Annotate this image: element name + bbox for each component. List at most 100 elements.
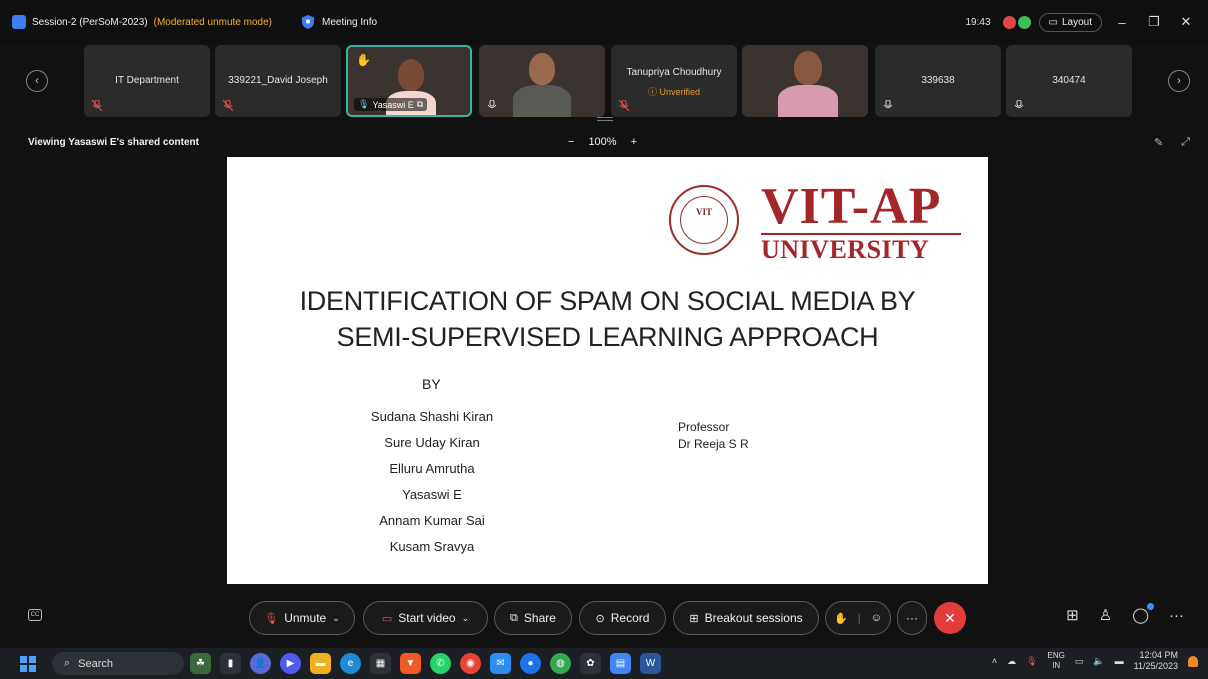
more-options-button[interactable]: ···: [897, 601, 927, 635]
more-label: ···: [906, 611, 918, 625]
zoom-out-button[interactable]: −: [568, 136, 574, 148]
connection-indicator-icon[interactable]: [1017, 15, 1031, 29]
windows-start-icon[interactable]: [20, 656, 36, 672]
participant-name: Yasaswi E: [372, 99, 414, 110]
chrome-icon[interactable]: ◉: [460, 653, 481, 674]
seal-text: VIT: [695, 207, 712, 217]
logo-university-text: UNIVERSITY: [761, 235, 930, 264]
session-title: Session-2 (PerSoM-2023): [32, 16, 148, 28]
participant-video-tile[interactable]: [742, 45, 868, 117]
meet-icon[interactable]: ▶: [280, 653, 301, 674]
notification-bell-icon[interactable]: [1188, 655, 1198, 667]
docs-icon[interactable]: ▤: [610, 653, 631, 674]
start-video-button[interactable]: ▭ Start video ⌄: [363, 601, 488, 635]
participant-tile[interactable]: Tanupriya Choudhury ⓘ Unverified: [611, 45, 737, 117]
whatsapp-icon[interactable]: ✆: [430, 653, 451, 674]
system-tray: ˄ ☁ 🎙 ENG IN ▭ 🔈 ▬ 12:04 PM 11/25/2023: [992, 650, 1198, 672]
chevron-down-icon[interactable]: ⌄: [332, 613, 340, 624]
messaging-icon[interactable]: ✉: [490, 653, 511, 674]
annotate-icon[interactable]: ✎: [1154, 136, 1163, 149]
cloud-icon[interactable]: ☁: [1007, 656, 1016, 667]
webex-logo-icon: [12, 15, 26, 29]
clock-date: 11/25/2023: [1133, 661, 1178, 671]
store-icon[interactable]: ▦: [370, 653, 391, 674]
author-name: Annam Kumar Sai: [379, 513, 485, 528]
webex-icon[interactable]: ✿: [580, 653, 601, 674]
chevron-down-icon[interactable]: ⌄: [462, 613, 470, 624]
edge-icon[interactable]: e: [340, 653, 361, 674]
system-clock[interactable]: 12:04 PM 11/25/2023: [1134, 650, 1178, 672]
brave-icon[interactable]: ▼: [400, 653, 421, 674]
zoom-level[interactable]: 100%: [588, 136, 616, 148]
shield-icon[interactable]: [302, 15, 315, 29]
author-name: Elluru Amrutha: [389, 461, 475, 476]
chevron-up-icon[interactable]: ˄: [992, 656, 997, 666]
restore-icon[interactable]: ❐: [1142, 14, 1166, 30]
chevron-right-icon[interactable]: ›: [1168, 70, 1190, 92]
zoom-in-button[interactable]: +: [631, 136, 637, 148]
resize-handle[interactable]: [597, 117, 613, 121]
participant-video: [778, 85, 838, 117]
teams-icon[interactable]: 👤: [250, 653, 271, 674]
logo-vit-text: VIT-AP: [761, 178, 942, 235]
share-button[interactable]: ⧉ Share: [494, 601, 572, 635]
task-view-icon[interactable]: ▮: [220, 653, 241, 674]
chevron-left-icon[interactable]: ‹: [26, 70, 48, 92]
record-button[interactable]: ⊙ Record: [579, 601, 666, 635]
widgets-icon[interactable]: ☘: [190, 653, 211, 674]
signal-icon[interactable]: ●: [520, 653, 541, 674]
share-label: Share: [523, 611, 556, 625]
end-meeting-button[interactable]: ✕: [934, 602, 966, 634]
meeting-info-button[interactable]: Meeting Info: [322, 17, 377, 28]
shared-slide: VIT VIT-AP UNIVERSITY IDENTIFICATION OF …: [227, 157, 988, 584]
meeting-timer: 19:43: [965, 16, 991, 28]
participant-video-tile[interactable]: ✋ 🎙 Yasaswi E ⧉: [346, 45, 472, 117]
mic-icon: 🎙: [358, 99, 370, 109]
professor-role: Professor: [678, 420, 730, 434]
recording-indicator-icon[interactable]: [1002, 15, 1016, 29]
apps-icon[interactable]: ⊞: [1066, 606, 1079, 624]
search-label: Search: [78, 657, 114, 670]
file-explorer-icon[interactable]: ▬: [310, 653, 331, 674]
participant-name: 340474: [1052, 75, 1086, 86]
participant-tile[interactable]: 340474: [1006, 45, 1132, 117]
emoji-icon[interactable]: ☺: [871, 612, 882, 624]
chrome-canary-icon[interactable]: ◍: [550, 653, 571, 674]
more-icon[interactable]: ···: [1169, 607, 1184, 624]
participant-tile[interactable]: IT Department: [84, 45, 210, 117]
reactions-group[interactable]: ✋ | ☺: [825, 601, 891, 635]
breakout-label: Breakout sessions: [704, 611, 803, 625]
video-off-icon: ▭: [381, 612, 393, 625]
expand-icon[interactable]: ⤢: [1181, 136, 1190, 149]
close-icon[interactable]: ✕: [1174, 14, 1198, 30]
word-icon[interactable]: W: [640, 653, 661, 674]
language-indicator[interactable]: ENG IN: [1048, 651, 1065, 671]
taskbar-search[interactable]: ⌕ Search: [52, 652, 184, 675]
participant-name: IT Department: [115, 75, 179, 86]
participant-video: [398, 59, 424, 91]
breakout-sessions-button[interactable]: ⊞ Breakout sessions: [673, 601, 819, 635]
chat-icon[interactable]: ◯: [1132, 603, 1154, 624]
raise-hand-icon[interactable]: ✋: [834, 612, 848, 625]
network-icon[interactable]: ▭: [1075, 656, 1084, 667]
participant-tile[interactable]: 339638: [875, 45, 1001, 117]
slide-title-line: IDENTIFICATION OF SPAM ON SOCIAL MEDIA B…: [299, 286, 916, 316]
participant-name: 339638: [921, 75, 955, 86]
unverified-badge: ⓘ Unverified: [647, 87, 701, 97]
participant-tile[interactable]: 339221_David Joseph: [215, 45, 341, 117]
layout-button[interactable]: ▭ Layout: [1038, 12, 1102, 32]
participant-video-tile[interactable]: [479, 45, 605, 117]
author-name: Sudana Shashi Kiran: [370, 409, 494, 424]
mic-icon: [883, 100, 893, 108]
unmute-button[interactable]: 🎙 Unmute ⌄: [249, 601, 355, 635]
start-video-label: Start video: [398, 611, 456, 625]
volume-icon[interactable]: 🔈: [1093, 656, 1104, 667]
minimize-icon[interactable]: –: [1110, 15, 1134, 30]
captions-icon[interactable]: CC: [28, 609, 42, 621]
author-list: Sudana Shashi Kiran Sure Uday Kiran Ellu…: [347, 404, 517, 560]
mic-muted-icon[interactable]: 🎙: [1026, 656, 1037, 667]
participants-icon[interactable]: ♙: [1099, 606, 1112, 624]
zoom-controls: − 100% +: [568, 136, 637, 148]
separator: |: [857, 611, 861, 625]
battery-icon[interactable]: ▬: [1115, 656, 1124, 666]
